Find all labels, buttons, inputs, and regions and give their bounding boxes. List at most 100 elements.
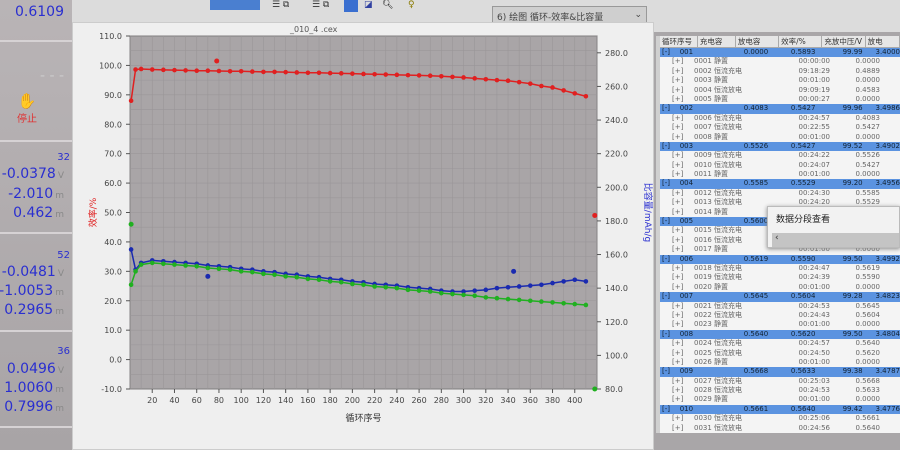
expand-toggle[interactable]: [+] [660,320,694,329]
step-row[interactable]: [+] 0009 恒流充电 00:24:22 0.5526 [660,151,900,160]
data-point [394,72,400,78]
step-row[interactable]: [+] 0025 恒流放电 00:24:50 0.5620 [660,349,900,358]
step-row[interactable]: [+] 0019 恒流放电 00:24:39 0.5590 [660,273,900,282]
column-header[interactable]: 充放中压/V [822,36,866,47]
expand-toggle[interactable]: [+] [660,377,694,386]
cycle-group-row[interactable]: [-] 008 0.5640 0.5620 99.50 3.4804 [660,329,900,340]
step-row[interactable]: [+] 0010 恒流放电 00:24:07 0.5427 [660,161,900,170]
zoom-icon[interactable]: 🔍︎ [382,0,393,10]
collapse-toggle[interactable]: [-] [660,217,680,226]
x-tick-label: 120 [256,396,271,405]
step-row[interactable]: [+] 0012 恒流充电 00:24:30 0.5585 [660,189,900,198]
step-row[interactable]: [+] 0026 静置 00:01:00 0.0000 [660,358,900,367]
collapse-toggle[interactable]: [-] [660,104,680,113]
expand-toggle[interactable]: [+] [660,95,694,104]
expand-toggle[interactable]: [+] [660,86,694,95]
expand-toggle[interactable]: [+] [660,414,694,423]
expand-toggle[interactable]: [+] [660,57,694,66]
cycle-group-row[interactable]: [-] 010 0.5661 0.5640 99.42 3.4776 [660,404,900,415]
expand-toggle[interactable]: [+] [660,273,694,282]
stop-button[interactable]: ✋ 停止 [14,92,40,125]
step-row[interactable]: [+] 0028 恒流放电 00:24:53 0.5633 [660,386,900,395]
step-row[interactable]: [+] 0011 静置 00:01:00 0.0000 [660,170,900,179]
step-row[interactable]: [+] 0007 恒流放电 00:22:55 0.5427 [660,123,900,132]
expand-toggle[interactable]: [+] [660,349,694,358]
step-row[interactable]: [+] 0027 恒流充电 00:25:03 0.5668 [660,377,900,386]
cycle-group-row[interactable]: [-] 003 0.5526 0.5427 99.52 3.4902 [660,141,900,152]
data-point [172,67,177,73]
expand-toggle[interactable]: [+] [660,311,694,320]
expand-toggle[interactable]: [+] [660,236,694,245]
expand-toggle[interactable]: [+] [660,151,694,160]
draw-icon[interactable]: ◪ [364,0,373,10]
step-row[interactable]: [+] 0006 恒流充电 00:24:57 0.4083 [660,114,900,123]
step-row[interactable]: [+] 0030 恒流充电 00:25:06 0.5661 [660,414,900,423]
data-point [305,70,311,76]
step-row[interactable]: [+] 0002 恒流充电 09:18:29 0.4889 [660,67,900,76]
expand-toggle[interactable]: [+] [660,189,694,198]
expand-toggle[interactable]: [+] [660,302,694,311]
group-eff: 99.50 [842,254,863,263]
column-header[interactable]: 放电容 [736,36,780,47]
step-name: 0019 恒流放电 [694,273,743,282]
collapse-toggle[interactable]: [-] [660,48,680,57]
cycle-group-row[interactable]: [-] 004 0.5585 0.5529 99.20 3.4956 [660,179,900,189]
expand-toggle[interactable]: [+] [660,395,694,404]
chart-icon[interactable] [344,0,358,12]
cycle-group-row[interactable]: [-] 006 0.5619 0.5590 99.50 3.4992 [660,254,900,264]
step-row[interactable]: [+] 0023 静置 00:01:00 0.0000 [660,320,900,329]
collapse-toggle[interactable]: [-] [660,179,680,188]
expand-toggle[interactable]: [+] [660,424,694,433]
expand-toggle[interactable]: [+] [660,208,694,217]
expand-toggle[interactable]: [+] [660,161,694,170]
toolbar-button-group[interactable] [210,0,260,10]
expand-toggle[interactable]: [+] [660,114,694,123]
collapse-toggle[interactable]: [-] [660,405,680,414]
expand-toggle[interactable]: [+] [660,170,694,179]
cycle-group-row[interactable]: [-] 002 0.4083 0.5427 99.96 3.4986 [660,104,900,114]
cycle-group-row[interactable]: [-] 007 0.5645 0.5604 99.28 3.4823 [660,292,900,302]
expand-toggle[interactable]: [+] [660,264,694,273]
step-row[interactable]: [+] 0022 恒流放电 00:24:43 0.5604 [660,311,900,320]
list-detail-icon[interactable]: ☰ ⧉ [312,0,329,10]
step-row[interactable]: [+] 0021 恒流充电 00:24:53 0.5645 [660,302,900,311]
collapse-toggle[interactable]: [-] [660,330,680,339]
step-row[interactable]: [+] 0003 静置 00:01:00 0.0000 [660,76,900,85]
collapse-toggle[interactable]: [-] [660,292,680,301]
expand-toggle[interactable]: [+] [660,339,694,348]
cycle-group-row[interactable]: [-] 009 0.5668 0.5633 99.38 3.4787 [660,367,900,377]
popup-collapse-button[interactable]: ‹ [772,233,899,247]
expand-toggle[interactable]: [+] [660,67,694,76]
expand-toggle[interactable]: [+] [660,226,694,235]
column-header[interactable]: 循环序号 [660,36,698,47]
collapse-toggle[interactable]: [-] [660,367,680,376]
expand-toggle[interactable]: [+] [660,358,694,367]
step-row[interactable]: [+] 0029 静置 00:01:00 0.0000 [660,395,900,404]
expand-toggle[interactable]: [+] [660,133,694,142]
cycle-group-row[interactable]: [-] 001 0.0000 0.5893 99.99 3.4000 [660,48,900,58]
column-header[interactable]: 效率/% [779,36,823,47]
expand-toggle[interactable]: [+] [660,76,694,85]
group-id: 003 [679,141,694,150]
list-icon[interactable]: ☰ ⧉ [272,0,289,10]
step-row[interactable]: [+] 0018 恒流充电 00:24:47 0.5619 [660,264,900,273]
step-row[interactable]: [+] 0001 静置 00:00:00 0.0000 [660,57,900,66]
column-header[interactable]: 放电 [866,36,900,47]
collapse-toggle[interactable]: [-] [660,255,680,264]
step-name: 0031 恒流放电 [694,423,743,432]
pin-icon[interactable]: ♀ [408,0,415,10]
collapse-toggle[interactable]: [-] [660,142,680,151]
step-row[interactable]: [+] 0008 静置 00:01:00 0.0000 [660,133,900,142]
step-row[interactable]: [+] 0004 恒流放电 09:09:19 0.4583 [660,86,900,95]
expand-toggle[interactable]: [+] [660,245,694,254]
expand-toggle[interactable]: [+] [660,386,694,395]
expand-toggle[interactable]: [+] [660,198,694,207]
step-row[interactable]: [+] 0005 静置 00:00:27 0.0000 [660,95,900,104]
column-header[interactable]: 充电容 [698,36,736,47]
step-row[interactable]: [+] 0031 恒流放电 00:24:56 0.5640 [660,424,900,433]
step-row[interactable]: [+] 0024 恒流充电 00:24:57 0.5640 [660,339,900,348]
expand-toggle[interactable]: [+] [660,123,694,132]
data-point [439,74,444,79]
step-row[interactable]: [+] 0020 静置 00:01:00 0.0000 [660,283,900,292]
expand-toggle[interactable]: [+] [660,283,694,292]
